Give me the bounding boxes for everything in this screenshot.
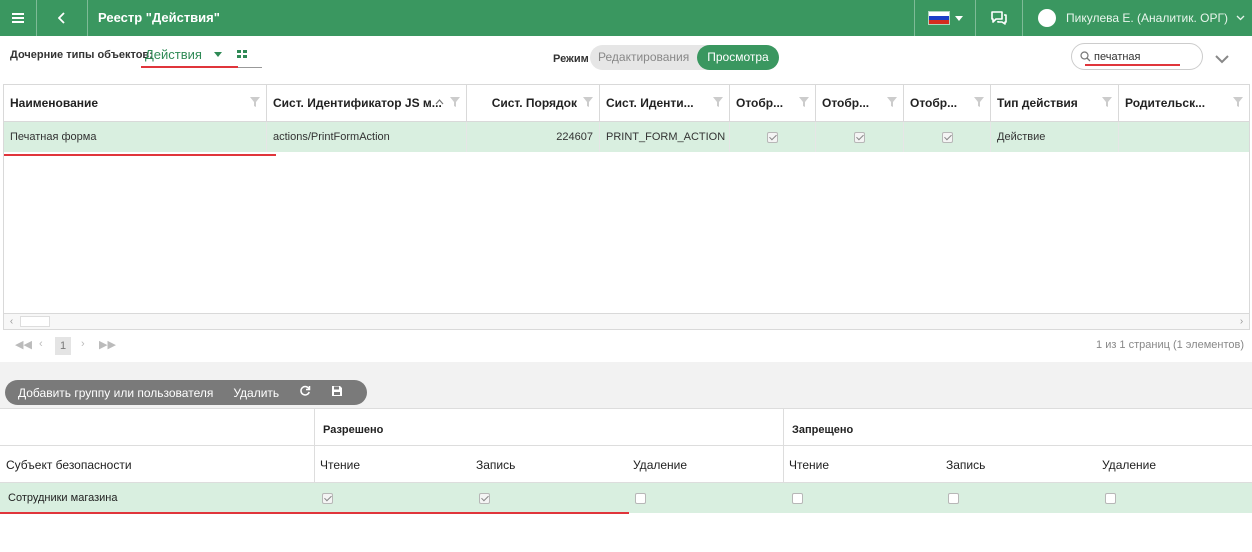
cell-show-1: [730, 122, 816, 152]
scroll-thumb[interactable]: [20, 316, 50, 327]
cell-order: 224607: [467, 122, 600, 152]
search-icon: [1080, 51, 1091, 62]
denied-read-header: Чтение: [789, 458, 830, 472]
mode-label: Режим: [553, 53, 589, 65]
filter-icon[interactable]: [583, 96, 593, 108]
denied-write-header: Запись: [946, 458, 986, 472]
subject-cell: Сотрудники магазина: [8, 492, 118, 504]
cell-action-type: Действие: [991, 122, 1119, 152]
table-row[interactable]: Печатная форма actions/PrintFormAction 2…: [4, 122, 1249, 152]
caret-down-icon: [213, 52, 222, 57]
filter-icon[interactable]: [1233, 96, 1243, 108]
next-page-icon[interactable]: ›: [81, 338, 85, 350]
cell-parent: [1119, 122, 1249, 152]
pager-info: 1 из 1 страниц (1 элементов): [1096, 339, 1244, 351]
refresh-icon[interactable]: [289, 385, 321, 400]
column-header-js-id[interactable]: Сист. Идентификатор JS м...: [267, 85, 467, 121]
scroll-left-icon[interactable]: ‹: [4, 314, 19, 329]
filter-icon[interactable]: [799, 96, 809, 108]
subject-header: Субъект безопасности: [6, 458, 132, 472]
child-types-value: Действия: [145, 47, 202, 62]
filter-icon[interactable]: [1102, 96, 1112, 108]
mode-toggle: Редактирования Просмотра: [590, 45, 779, 70]
chevron-down-icon: [1236, 15, 1245, 21]
cell-name: Печатная форма: [4, 122, 267, 152]
avatar: [1038, 9, 1056, 27]
grid-view-icon[interactable]: [236, 48, 248, 60]
checkbox-checked: [767, 131, 778, 143]
top-bar: Реестр "Действия" Пикулева Е. (Аналитик.…: [0, 0, 1252, 36]
cell-sys-id: PRINT_FORM_ACTION: [600, 122, 730, 152]
checkbox-checked: [941, 131, 953, 143]
delete-button[interactable]: Удалить: [223, 386, 289, 400]
horizontal-scrollbar[interactable]: ‹ ›: [3, 313, 1250, 330]
checkbox-checked: [854, 131, 865, 143]
allowed-write-header: Запись: [476, 458, 516, 472]
allowed-delete-header: Удаление: [633, 458, 688, 472]
column-header-order[interactable]: Сист. Порядок: [467, 85, 600, 121]
user-name: Пикулева Е. (Аналитик. ОРГ): [1066, 11, 1228, 25]
filter-icon[interactable]: [250, 96, 260, 108]
page-title: Реестр "Действия": [98, 10, 220, 25]
filter-icon[interactable]: [713, 96, 723, 108]
grid-header: Наименование Сист. Идентификатор JS м...…: [4, 85, 1249, 122]
cell-js-id: actions/PrintFormAction: [267, 122, 467, 152]
denied-header: Запрещено: [792, 424, 854, 436]
column-header-name[interactable]: Наименование: [4, 85, 267, 121]
language-selector[interactable]: [915, 0, 975, 36]
annotation-underline: [4, 154, 276, 156]
page-number-button[interactable]: 1: [55, 337, 71, 355]
permissions-toolbar: Добавить группу или пользователя Удалить: [5, 380, 367, 405]
allowed-write-checkbox[interactable]: [479, 493, 490, 504]
cell-show-3: [904, 122, 991, 152]
denied-delete-header: Удаление: [1102, 458, 1157, 472]
search-input[interactable]: [1094, 50, 1194, 63]
column-header-show-2[interactable]: Отобр...: [816, 85, 904, 121]
cell-show-2: [816, 122, 904, 152]
add-group-button[interactable]: Добавить группу или пользователя: [5, 386, 223, 400]
actions-grid: Наименование Сист. Идентификатор JS м...…: [3, 84, 1250, 330]
allowed-header: Разрешено: [323, 424, 384, 436]
column-header-show-1[interactable]: Отобр...: [730, 85, 816, 121]
chevron-left-icon[interactable]: [37, 0, 87, 36]
denied-read-checkbox[interactable]: [792, 493, 803, 504]
save-icon[interactable]: [321, 385, 353, 400]
expand-chevron-icon[interactable]: [1212, 49, 1232, 69]
first-page-icon[interactable]: ◀◀: [15, 338, 32, 351]
sort-up-icon[interactable]: [435, 99, 444, 105]
column-header-sys-id[interactable]: Сист. Иденти...: [600, 85, 730, 121]
user-menu[interactable]: Пикулева Е. (Аналитик. ОРГ): [1038, 0, 1245, 36]
caret-down-icon: [954, 15, 963, 21]
pager: ◀◀ ‹ 1 › ▶▶ 1 из 1 страниц (1 элементов): [3, 330, 1250, 362]
mode-edit-button[interactable]: Редактирования: [590, 45, 697, 70]
denied-write-checkbox[interactable]: [948, 493, 959, 504]
filter-icon[interactable]: [450, 96, 460, 108]
chat-icon[interactable]: [976, 0, 1022, 36]
filter-row: Дочерние типы объектов: Действия Режим Р…: [0, 36, 1252, 84]
allowed-read-checkbox[interactable]: [322, 493, 333, 504]
permissions-table: Разрешено Запрещено Субъект безопасности…: [0, 408, 1252, 552]
table-row[interactable]: Сотрудники магазина: [0, 483, 1252, 513]
allowed-delete-checkbox[interactable]: [635, 493, 646, 504]
last-page-icon[interactable]: ▶▶: [99, 338, 116, 351]
filter-icon[interactable]: [887, 96, 897, 108]
column-header-action-type[interactable]: Тип действия: [991, 85, 1119, 121]
child-types-label: Дочерние типы объектов:: [10, 49, 153, 61]
prev-page-icon[interactable]: ‹: [39, 338, 43, 350]
filter-icon[interactable]: [974, 96, 984, 108]
mode-view-button[interactable]: Просмотра: [697, 45, 779, 70]
hamburger-icon[interactable]: [0, 0, 36, 36]
denied-delete-checkbox[interactable]: [1105, 493, 1116, 504]
allowed-read-header: Чтение: [320, 458, 361, 472]
column-header-show-3[interactable]: Отобр...: [904, 85, 991, 121]
annotation-underline: [0, 512, 629, 514]
annotation-underline: [141, 66, 238, 68]
annotation-underline: [1085, 64, 1180, 66]
child-types-dropdown[interactable]: Действия: [145, 47, 222, 62]
scroll-right-icon[interactable]: ›: [1234, 314, 1249, 329]
russia-flag-icon: [927, 11, 950, 25]
column-header-parent[interactable]: Родительск...: [1119, 85, 1249, 121]
